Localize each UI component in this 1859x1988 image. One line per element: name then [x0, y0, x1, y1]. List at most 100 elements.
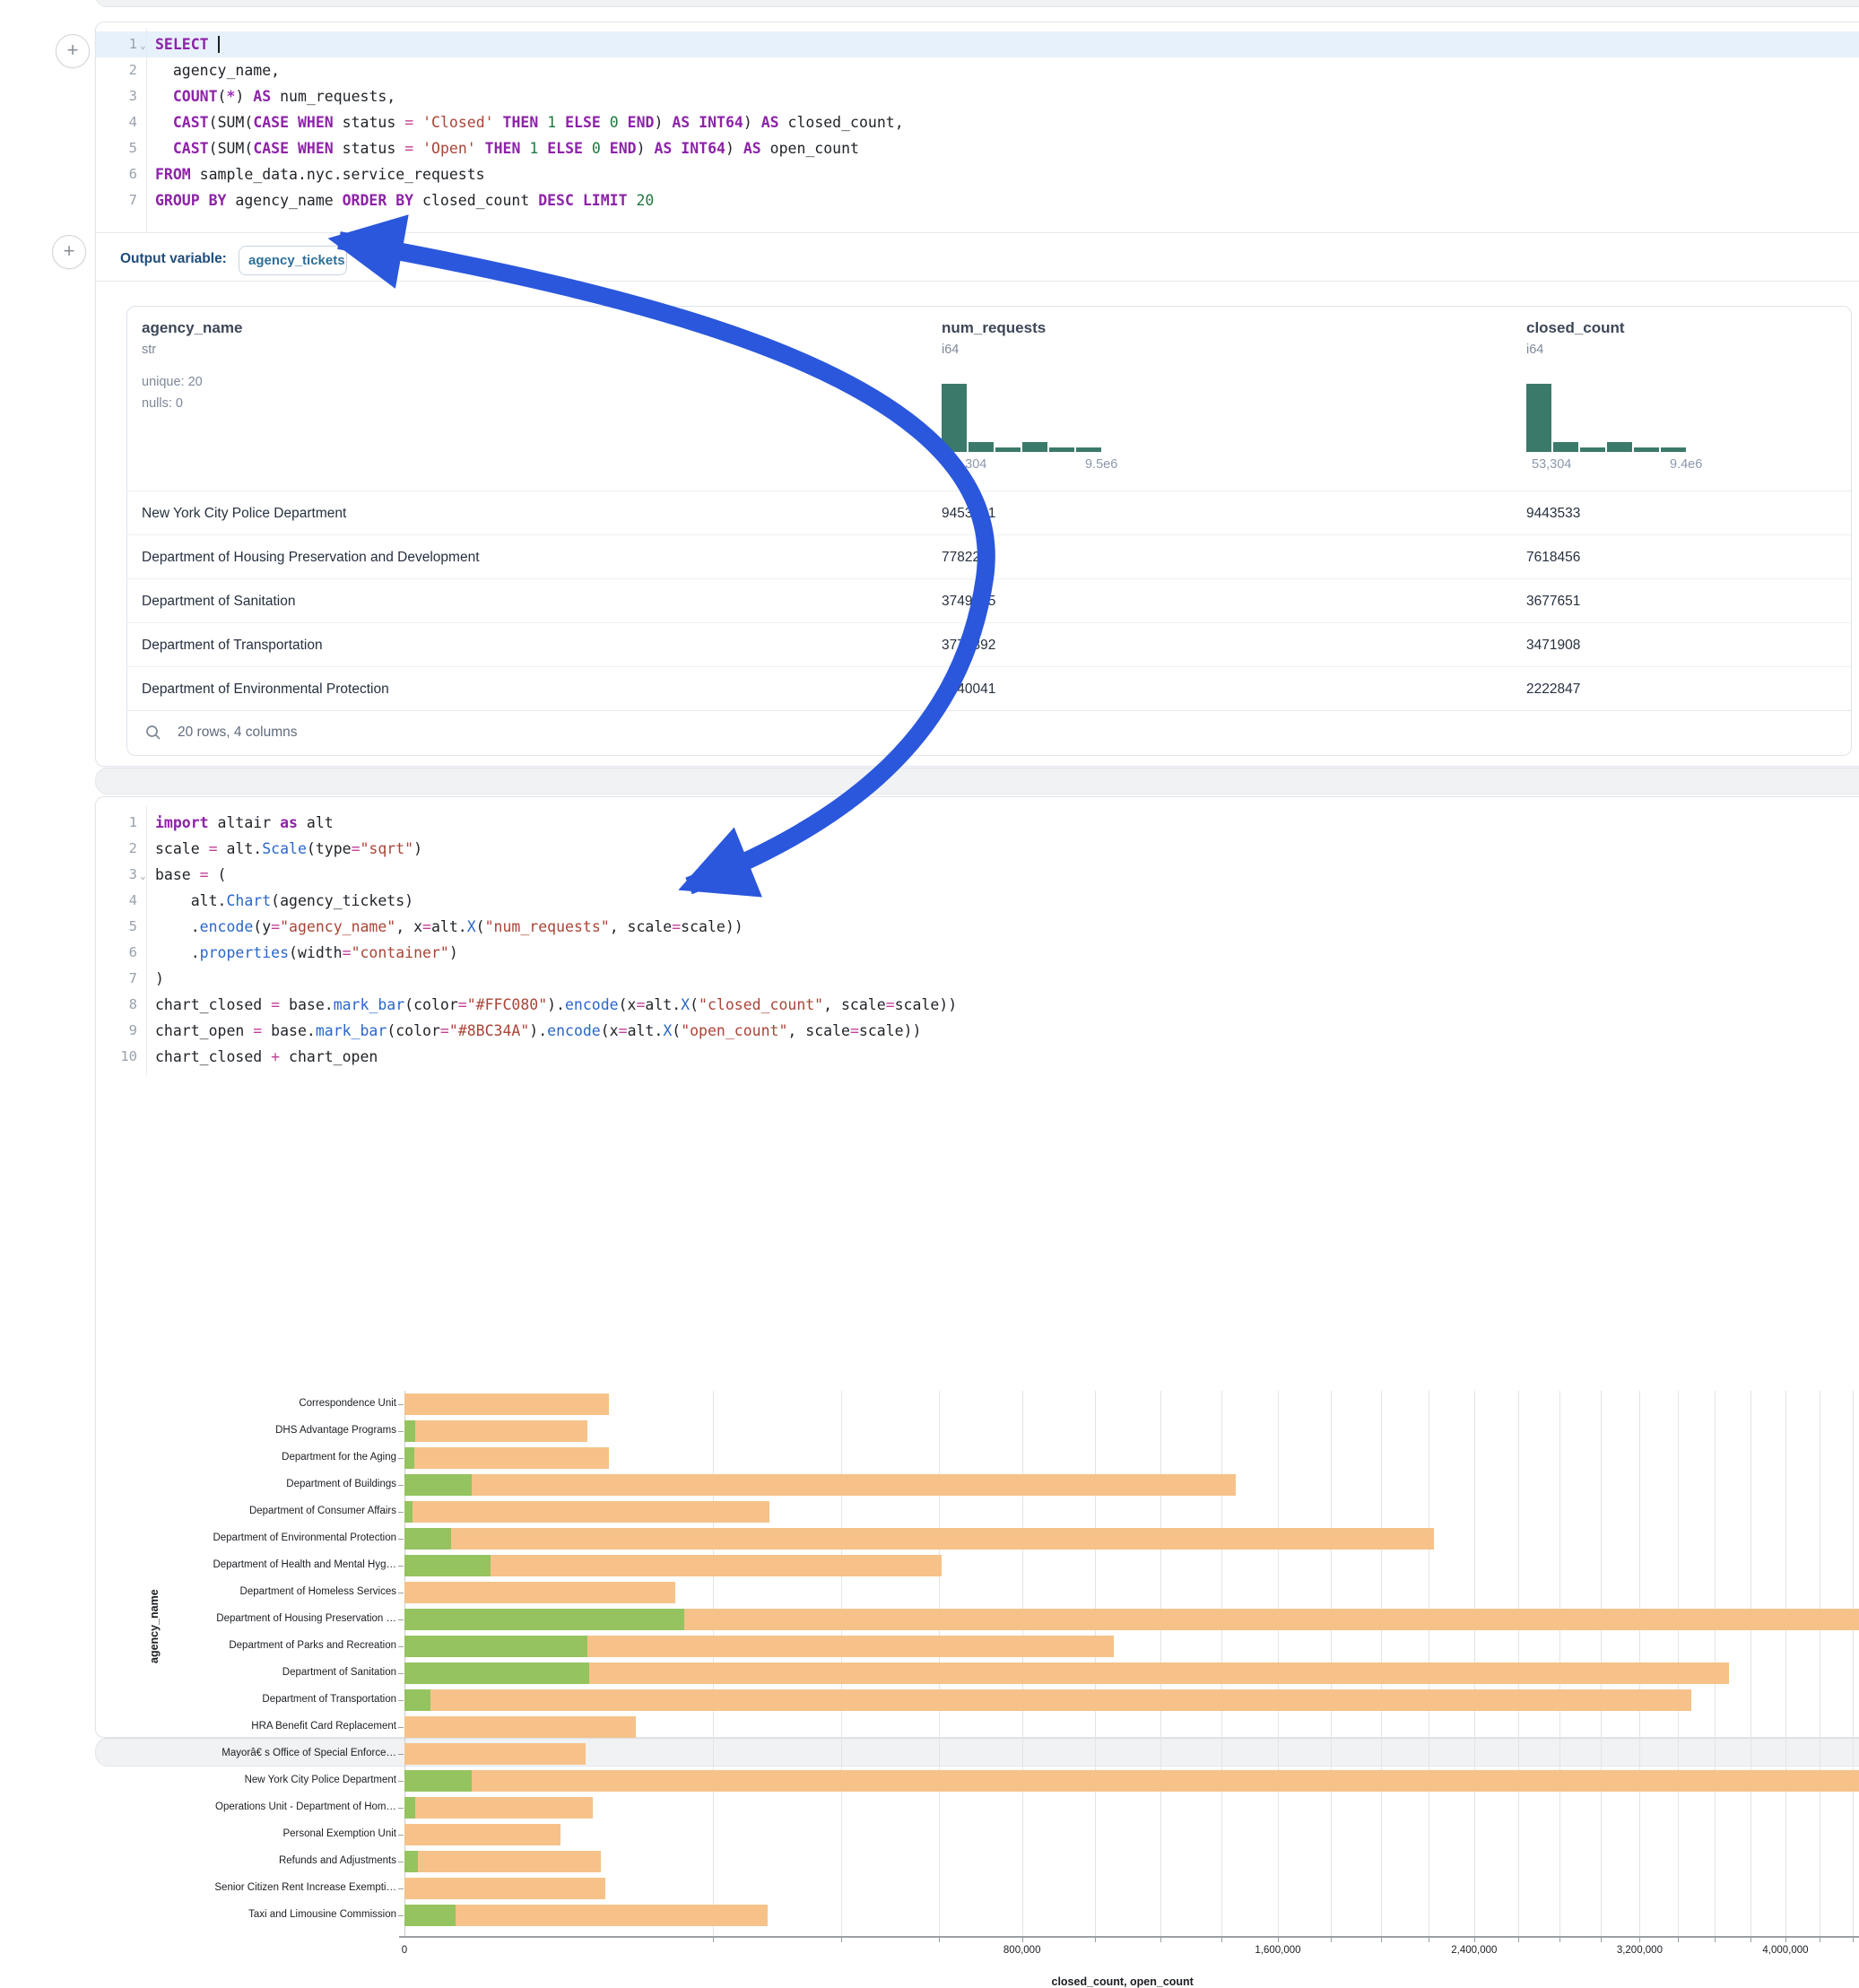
table-row[interactable]: Department of Housing Preservation and D…	[127, 534, 1851, 579]
fold-chevron-icon[interactable]: ⌄	[140, 32, 146, 58]
y-axis-tick	[398, 1835, 404, 1836]
code-line-1[interactable]: 1⌄SELECT	[96, 31, 1859, 57]
closed_count-bar	[404, 1501, 769, 1523]
x-axis-tick	[713, 1938, 714, 1942]
line-number: 6	[96, 940, 137, 966]
y-axis-tick	[398, 1915, 404, 1916]
y-axis-tick	[398, 1700, 404, 1701]
open_count-bar	[404, 1420, 415, 1442]
x-axis-tick	[1160, 1938, 1161, 1942]
x-axis-tick	[1381, 1938, 1382, 1942]
y-axis-label: HRA Benefit Card Replacement	[100, 1721, 396, 1732]
histogram-min-label: 53,304	[1532, 457, 1571, 472]
code-line-2[interactable]: 2 agency_name,	[96, 57, 1859, 83]
code-line-5[interactable]: 5 .encode(y="agency_name", x=alt.X("num_…	[96, 914, 1859, 940]
search-icon[interactable]	[145, 725, 161, 741]
line-number: 4	[96, 109, 137, 135]
code-line-7[interactable]: 7GROUP BY agency_name ORDER BY closed_co…	[96, 187, 1859, 213]
code-line-3[interactable]: 3⌄base = (	[96, 862, 1859, 888]
add-cell-button-output[interactable]: +	[52, 235, 86, 269]
code-line-10[interactable]: 10chart_closed + chart_open	[96, 1044, 1859, 1070]
code-output-divider	[96, 232, 1859, 233]
y-axis-label: Department of Parks and Recreation	[100, 1640, 396, 1651]
histogram-bar	[1607, 442, 1632, 452]
table-row[interactable]: Department of Transportation377489234719…	[127, 622, 1851, 667]
code-line-4[interactable]: 4 CAST(SUM(CASE WHEN status = 'Closed' T…	[96, 109, 1859, 135]
sql-cell-card: 1⌄SELECT 2 agency_name,3 COUNT(*) AS num…	[95, 22, 1859, 767]
x-axis-tick	[1095, 1938, 1096, 1942]
code-line-1[interactable]: 1import altair as alt	[96, 810, 1859, 836]
table-cell: 9453131	[942, 491, 995, 535]
column-header-agency_name[interactable]: agency_name	[142, 319, 242, 337]
code-text: alt.Chart(agency_tickets)	[155, 888, 413, 914]
closed_count-bar	[404, 1716, 636, 1738]
closed_count-bar	[404, 1824, 560, 1845]
code-line-7[interactable]: 7)	[96, 966, 1859, 992]
code-line-2[interactable]: 2scale = alt.Scale(type="sqrt")	[96, 836, 1859, 862]
column-header-num_requests[interactable]: num_requests	[942, 319, 1046, 337]
line-number: 4	[96, 888, 137, 914]
y-axis-tick	[398, 1673, 404, 1674]
output-variable-label: Output variable:	[120, 251, 227, 267]
open_count-bar	[404, 1797, 415, 1819]
line-number: 2	[96, 57, 137, 83]
fold-chevron-icon[interactable]: ⌄	[140, 863, 146, 889]
code-line-4[interactable]: 4 alt.Chart(agency_tickets)	[96, 888, 1859, 914]
closed_count-bar	[404, 1447, 609, 1469]
add-cell-button-top[interactable]: +	[56, 34, 90, 68]
sql-code-editor[interactable]: 1⌄SELECT 2 agency_name,3 COUNT(*) AS num…	[96, 22, 1859, 232]
code-line-9[interactable]: 9chart_open = base.mark_bar(color="#8BC3…	[96, 1018, 1859, 1044]
code-line-8[interactable]: 8chart_closed = base.mark_bar(color="#FF…	[96, 992, 1859, 1018]
y-axis-title: agency_name	[148, 1589, 161, 1663]
altair-chart: Correspondence UnitDHS Advantage Program…	[96, 1075, 1859, 1737]
x-axis-tick-label: 2,400,000	[1416, 1945, 1533, 1956]
histogram-bar	[1049, 447, 1074, 452]
x-axis-tick	[841, 1938, 842, 1942]
y-axis-tick	[398, 1512, 404, 1513]
code-line-6[interactable]: 6 .properties(width="container")	[96, 940, 1859, 966]
open_count-bar	[404, 1501, 413, 1523]
x-axis-tick	[939, 1938, 940, 1942]
open_count-bar	[404, 1770, 472, 1792]
code-line-3[interactable]: 3 COUNT(*) AS num_requests,	[96, 83, 1859, 109]
active-line-highlight	[96, 31, 1859, 57]
table-cell: Department of Environmental Protection	[142, 667, 389, 711]
output-variable-pill[interactable]: agency_tickets	[239, 246, 347, 275]
table-cell: 3774892	[942, 623, 995, 667]
y-axis-label: Taxi and Limousine Commission	[100, 1909, 396, 1920]
open_count-bar	[404, 1555, 491, 1576]
table-cell: 9443533	[1526, 491, 1580, 535]
line-number: 6	[96, 161, 137, 187]
python-code-editor[interactable]: 1import altair as alt2scale = alt.Scale(…	[96, 797, 1859, 1075]
column-header-closed_count[interactable]: closed_count	[1526, 319, 1625, 337]
table-row[interactable]: New York City Police Department945313194…	[127, 490, 1851, 535]
gutter-border	[146, 28, 147, 232]
gridline	[1853, 1391, 1854, 1936]
add-cell-gap[interactable]	[95, 768, 1859, 794]
y-axis-tick	[398, 1808, 404, 1809]
code-text: GROUP BY agency_name ORDER BY closed_cou…	[155, 187, 654, 213]
y-axis-tick	[398, 1566, 404, 1567]
code-line-5[interactable]: 5 CAST(SUM(CASE WHEN status = 'Open' THE…	[96, 135, 1859, 161]
code-line-6[interactable]: 6FROM sample_data.nyc.service_requests	[96, 161, 1859, 187]
table-cell: Department of Housing Preservation and D…	[142, 535, 480, 579]
open_count-bar	[404, 1474, 472, 1496]
table-footer: 20 rows, 4 columns	[127, 710, 1851, 755]
table-cell: 3677651	[1526, 579, 1580, 623]
histogram-max-label: 9.5e6	[1085, 457, 1117, 472]
table-row[interactable]: Department of Environmental Protection22…	[127, 666, 1851, 711]
open_count-bar	[404, 1528, 451, 1550]
x-axis-tick	[1474, 1938, 1475, 1942]
output-table-divider	[96, 281, 1859, 282]
x-axis-tick	[1715, 1938, 1716, 1942]
closed_count-bar	[404, 1662, 1729, 1684]
table-row[interactable]: Department of Sanitation37494853677651	[127, 578, 1851, 623]
y-axis-label: Senior Citizen Rent Increase Exempti…	[100, 1882, 396, 1893]
x-axis-tick	[1278, 1938, 1279, 1942]
x-axis-line	[399, 1936, 1859, 1938]
code-text: chart_open = base.mark_bar(color="#8BC34…	[155, 1018, 921, 1044]
x-axis-tick-label: 1,600,000	[1220, 1945, 1336, 1956]
code-text: )	[155, 966, 164, 992]
open_count-bar	[404, 1609, 684, 1630]
table-cell: Department of Sanitation	[142, 579, 295, 623]
